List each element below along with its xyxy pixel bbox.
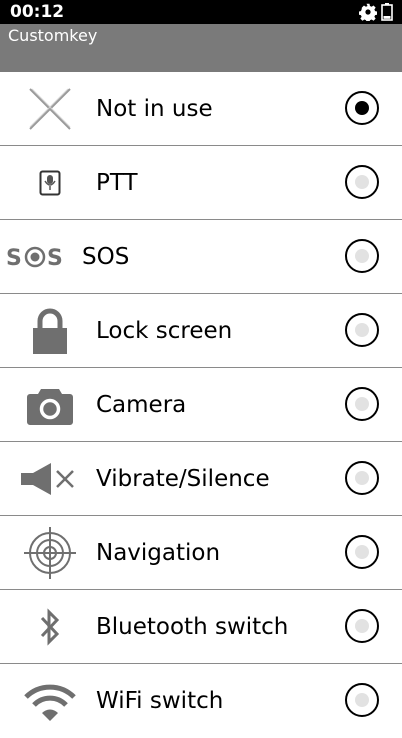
radio-button[interactable] (345, 461, 379, 495)
option-label: PTT (96, 170, 138, 196)
option-lock-screen[interactable]: Lock screen (0, 294, 402, 368)
svg-text:S: S (47, 246, 63, 270)
radio-button[interactable] (345, 165, 379, 199)
svg-text:S: S (6, 246, 22, 270)
option-navigation[interactable]: Navigation (0, 516, 402, 590)
status-bar: 00:12 (0, 0, 402, 24)
option-label: Not in use (96, 96, 213, 122)
lock-icon (14, 304, 86, 358)
radio-button[interactable] (345, 91, 379, 125)
option-ptt[interactable]: PTT (0, 146, 402, 220)
status-time: 00:12 (10, 2, 65, 22)
option-list: Not in use PTT S S SOS Lock screen Camer… (0, 72, 402, 734)
radio-button[interactable] (345, 387, 379, 421)
option-not-in-use[interactable]: Not in use (0, 72, 402, 146)
battery-icon (381, 3, 393, 21)
option-label: Bluetooth switch (96, 614, 289, 640)
ptt-microphone-icon (14, 156, 86, 210)
radio-button[interactable] (345, 239, 379, 273)
radio-button[interactable] (345, 313, 379, 347)
title-bar: Customkey (0, 24, 402, 72)
wifi-icon (14, 674, 86, 728)
option-bluetooth-switch[interactable]: Bluetooth switch (0, 590, 402, 664)
navigation-crosshair-icon (14, 526, 86, 580)
option-label: Vibrate/Silence (96, 466, 270, 492)
option-label: WiFi switch (96, 688, 224, 714)
option-label: Lock screen (96, 318, 233, 344)
page-title: Customkey (8, 26, 98, 45)
gear-icon (359, 3, 377, 21)
bluetooth-icon (14, 600, 86, 654)
radio-button[interactable] (345, 609, 379, 643)
option-label: Navigation (96, 540, 221, 566)
camera-icon (14, 378, 86, 432)
speaker-mute-icon (14, 452, 86, 506)
not-in-use-x-icon (14, 82, 86, 136)
radio-button[interactable] (345, 683, 379, 717)
radio-button[interactable] (345, 535, 379, 569)
option-camera[interactable]: Camera (0, 368, 402, 442)
option-sos[interactable]: S S SOS (0, 220, 402, 294)
option-label: Camera (96, 392, 187, 418)
option-label: SOS (82, 244, 130, 270)
option-vibrate-silence[interactable]: Vibrate/Silence (0, 442, 402, 516)
